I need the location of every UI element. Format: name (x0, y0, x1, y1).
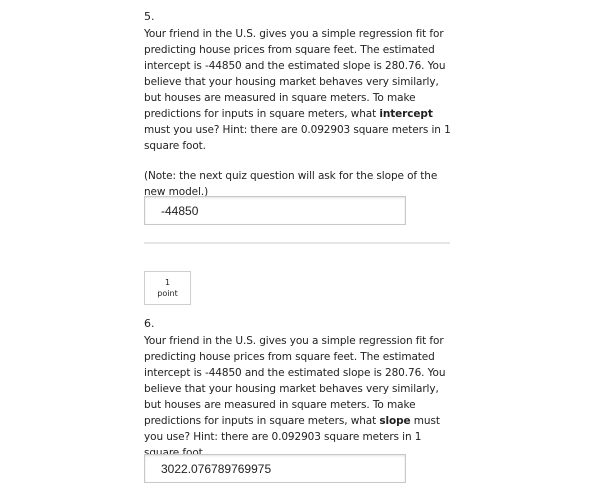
quiz-page: 5. Your friend in the U.S. gives you a s… (0, 0, 593, 498)
question-6: 6. Your friend in the U.S. gives you a s… (144, 317, 454, 461)
question-text-part: must you use? Hint: there are 0.092903 s… (144, 124, 451, 152)
question-text: Your friend in the U.S. gives you a simp… (144, 333, 454, 461)
answer-input-question-6[interactable] (144, 454, 406, 483)
question-text-part: Your friend in the U.S. gives you a simp… (144, 335, 446, 427)
question-number: 5. (144, 10, 155, 23)
points-badge: 1 point (144, 271, 191, 305)
points-value: 1 (164, 278, 171, 287)
answer-input-question-5[interactable] (144, 196, 406, 225)
question-divider (144, 242, 450, 244)
points-label: point (157, 289, 178, 298)
question-text-part: Your friend in the U.S. gives you a simp… (144, 28, 446, 120)
question-keyword: intercept (379, 108, 433, 120)
question-text: Your friend in the U.S. gives you a simp… (144, 26, 454, 154)
question-keyword: slope (379, 415, 411, 427)
question-5: 5. Your friend in the U.S. gives you a s… (144, 10, 454, 200)
question-number: 6. (144, 317, 155, 330)
